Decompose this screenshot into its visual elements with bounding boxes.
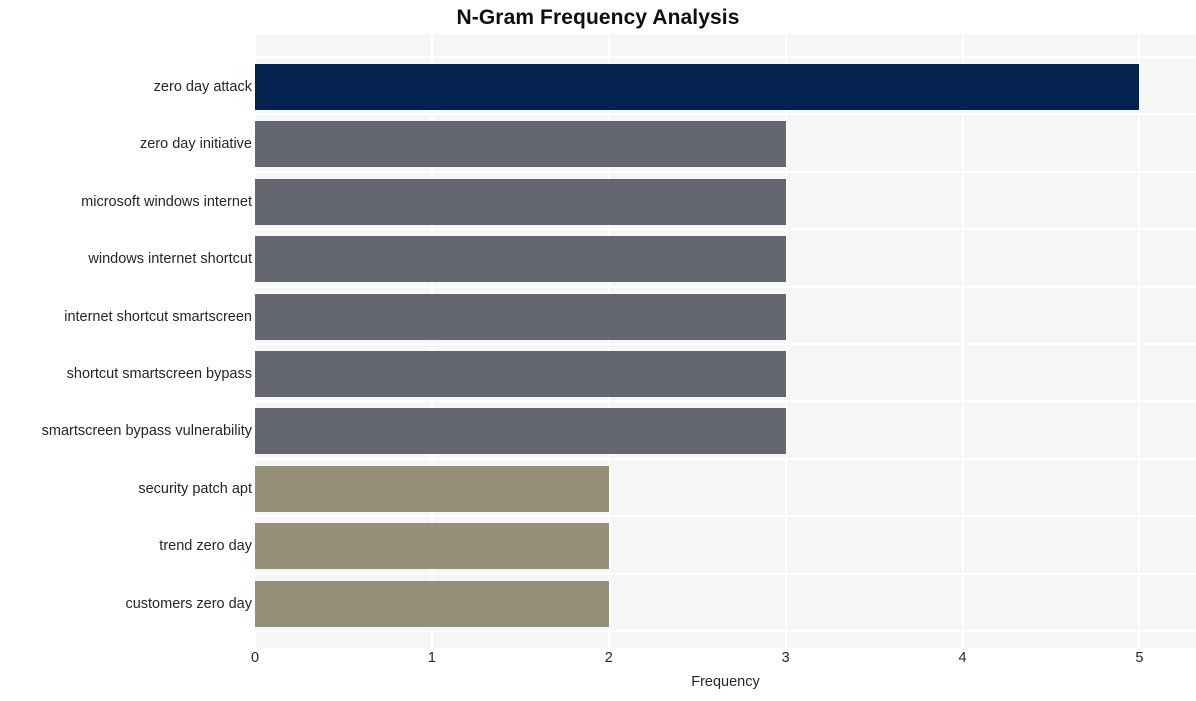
y-axis-tick-label: zero day attack [153,79,252,95]
x-axis-tick-label: 1 [427,650,436,666]
bar[interactable] [255,351,786,397]
y-axis-tick-labels: zero day attack zero day initiative micros… [0,34,252,648]
x-axis-title: Frequency [691,674,760,690]
y-axis-tick-label: customers zero day [125,595,252,612]
bar[interactable] [255,64,1140,110]
y-axis-tick-label: trend zero day [159,538,252,555]
y-axis-tick-label: zero day initiative [139,136,252,153]
bar[interactable] [255,580,609,627]
y-axis-tick-label: smartscreen bypass vulnerability [41,423,252,440]
bars-layer [255,34,1196,648]
bar[interactable] [255,121,786,168]
x-axis-tick-label: 4 [958,650,967,666]
bar[interactable] [255,408,786,455]
bar[interactable] [255,293,786,340]
x-axis-tick-label: 5 [1135,650,1144,666]
x-axis-tick-label: 2 [604,650,613,666]
chart-title: N-Gram Frequency Analysis [456,6,740,29]
y-axis-tick-label: shortcut smartscreen bypass [66,366,252,382]
bar[interactable] [255,178,786,225]
y-axis-tick-label: windows internet shortcut [88,251,252,268]
y-axis-tick-label: internet shortcut smartscreen [64,308,252,325]
bar[interactable] [255,523,609,570]
x-axis-tick-label: 0 [250,650,260,666]
plot-area [255,34,1196,648]
bar[interactable] [255,236,786,283]
chart-figure: N-Gram Frequency Analysis zero day attac… [0,0,1196,701]
y-axis-tick-label: security patch apt [138,480,252,497]
bar[interactable] [255,465,609,512]
y-axis-tick-label: microsoft windows internet [81,193,252,210]
x-axis-tick-labels: 0 1 2 3 4 5 [251,650,1196,674]
x-axis-tick-label: 3 [781,650,790,666]
